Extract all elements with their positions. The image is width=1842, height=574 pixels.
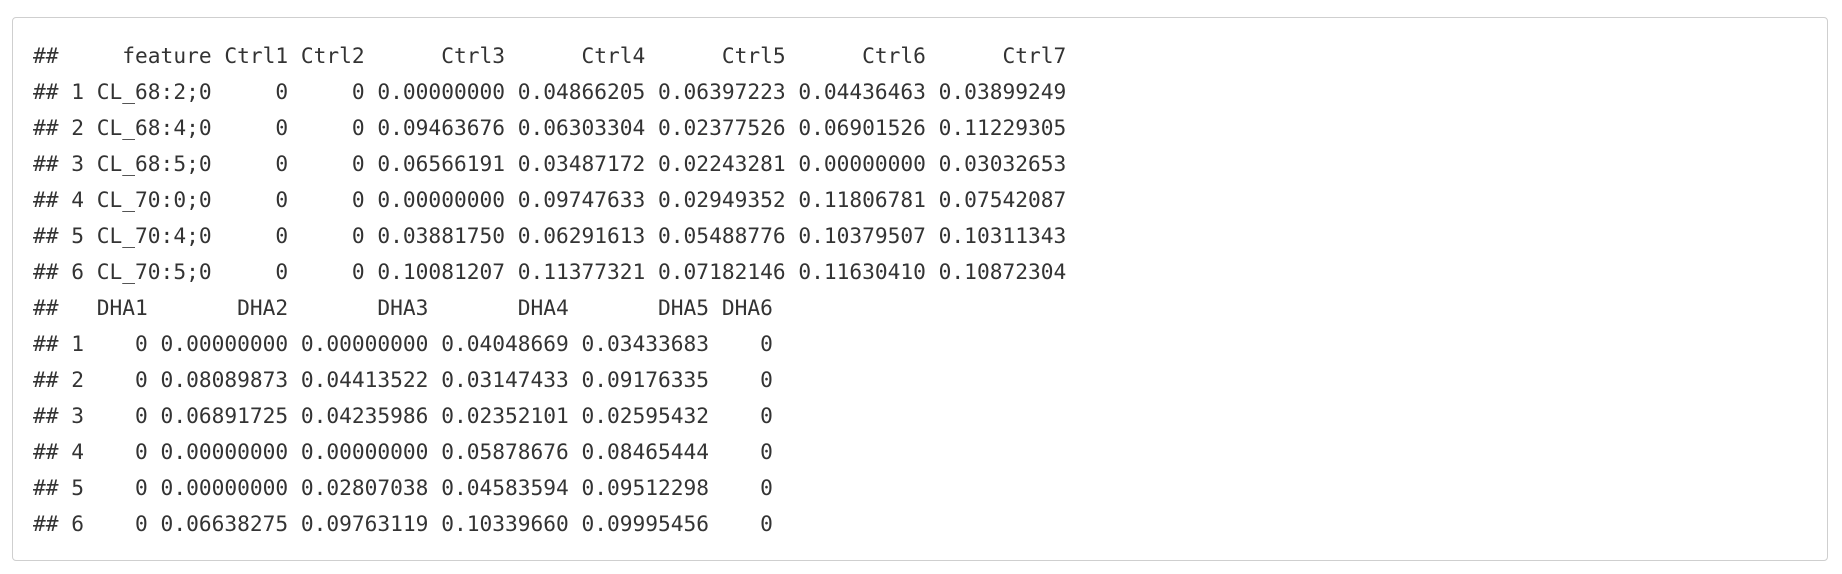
console-output: ## feature Ctrl1 Ctrl2 Ctrl3 Ctrl4 Ctrl5… [33, 38, 1827, 542]
output-row-3: ## 3 CL_68:5;0 0 0 0.06566191 0.03487172… [33, 151, 1067, 176]
output-row-1: ## 1 CL_68:2;0 0 0 0.00000000 0.04866205… [33, 79, 1067, 104]
output-row-dha-5: ## 5 0 0.00000000 0.02807038 0.04583594 … [33, 475, 773, 500]
r-output-block: ## feature Ctrl1 Ctrl2 Ctrl3 Ctrl4 Ctrl5… [12, 17, 1828, 561]
output-row-5: ## 5 CL_70:4;0 0 0 0.03881750 0.06291613… [33, 223, 1067, 248]
output-row-6: ## 6 CL_70:5;0 0 0 0.10081207 0.11377321… [33, 259, 1067, 284]
output-row-dha-6: ## 6 0 0.06638275 0.09763119 0.10339660 … [33, 511, 773, 536]
header-line-dha: ## DHA1 DHA2 DHA3 DHA4 DHA5 DHA6 [33, 295, 773, 320]
output-row-2: ## 2 CL_68:4;0 0 0 0.09463676 0.06303304… [33, 115, 1067, 140]
header-line-ctrl: ## feature Ctrl1 Ctrl2 Ctrl3 Ctrl4 Ctrl5… [33, 43, 1067, 68]
output-row-dha-1: ## 1 0 0.00000000 0.00000000 0.04048669 … [33, 331, 773, 356]
output-row-4: ## 4 CL_70:0;0 0 0 0.00000000 0.09747633… [33, 187, 1067, 212]
output-row-dha-3: ## 3 0 0.06891725 0.04235986 0.02352101 … [33, 403, 773, 428]
output-row-dha-4: ## 4 0 0.00000000 0.00000000 0.05878676 … [33, 439, 773, 464]
output-row-dha-2: ## 2 0 0.08089873 0.04413522 0.03147433 … [33, 367, 773, 392]
